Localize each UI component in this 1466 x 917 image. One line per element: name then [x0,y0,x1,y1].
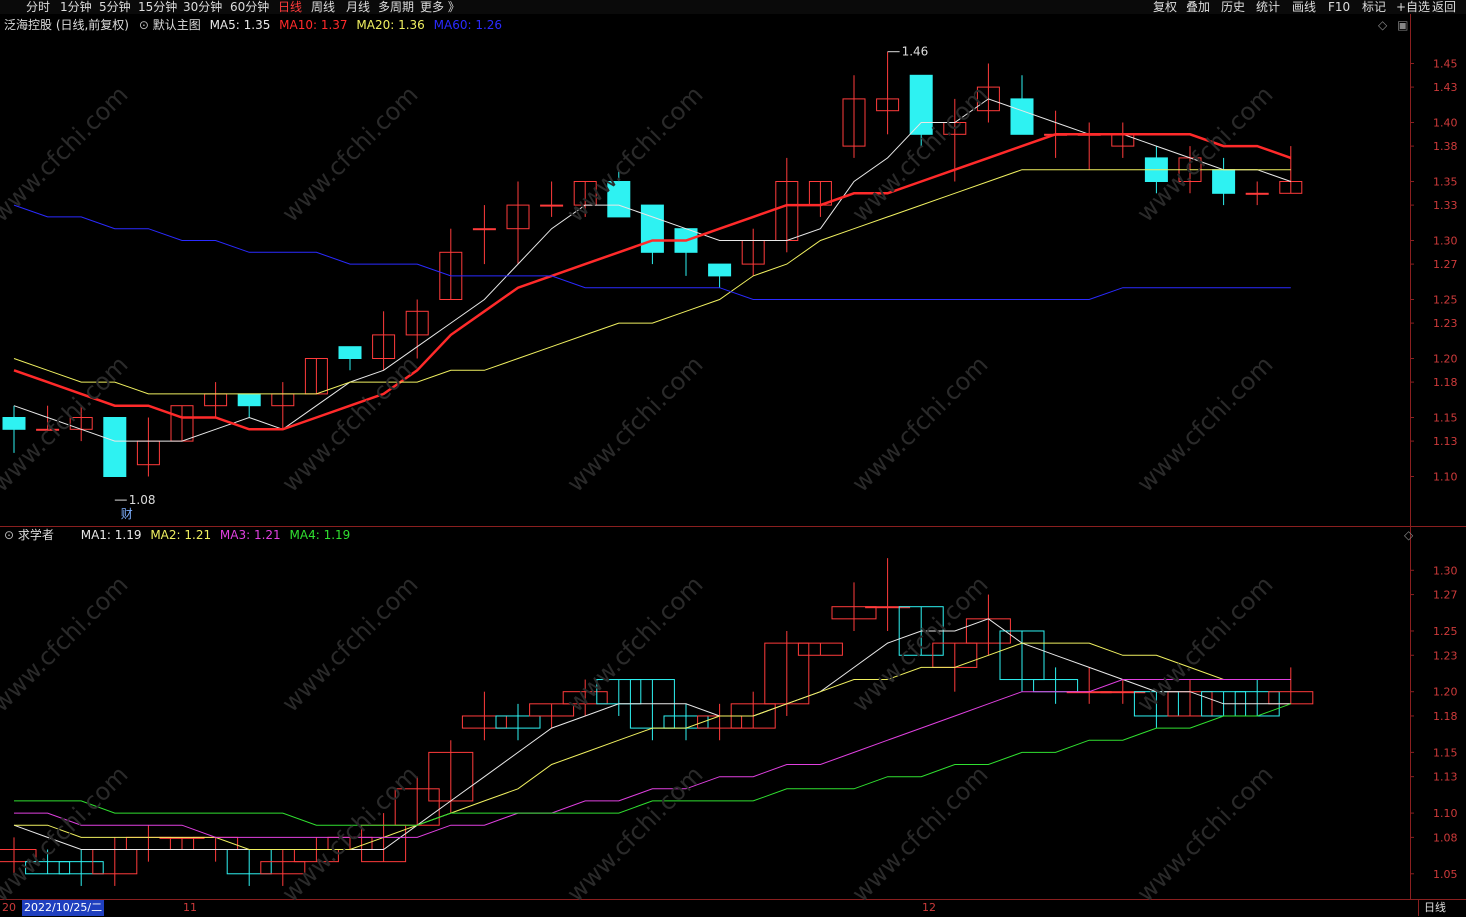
toolbar-button[interactable]: +自选 [1396,0,1430,14]
y-tick-label: 1.27 [1433,258,1458,271]
y-tick-label: 1.27 [1433,589,1458,602]
period-tab[interactable]: 日线 [278,0,302,14]
sub-panel-controls: ◇ [1404,528,1413,542]
ma-value: MA20: 1.36 [356,18,429,32]
main-ma-values: MA5: 1.35 MA10: 1.37 MA20: 1.36 MA60: 1.… [205,18,502,32]
period-tab[interactable]: 月线 [346,0,370,14]
candle-body [607,181,631,218]
dropdown-icon[interactable]: ⊙ [4,528,14,542]
candle-body [338,346,362,360]
y-tick-label: 1.10 [1433,807,1458,820]
date-cursor: 2022/10/25/二 [22,900,105,916]
candle-body [1245,192,1269,195]
candle-body [237,393,261,407]
candle-body [909,74,933,135]
y-tick-label: 1.30 [1433,564,1458,577]
period-tab[interactable]: 分时 [26,0,50,14]
toolbar-button[interactable]: 返回 [1432,0,1456,14]
y-tick-label: 1.15 [1433,412,1458,425]
period-tab[interactable]: 5分钟 [99,0,131,14]
y-tick-label: 1.15 [1433,746,1458,759]
ma-line [13,98,1291,442]
y-tick-label: 1.35 [1433,176,1458,189]
period-tab[interactable]: 60分钟 [230,0,269,14]
ma-value: MA3: 1.21 [219,528,285,542]
ma-value: MA2: 1.21 [150,528,215,542]
candle-body [1010,98,1034,135]
ma-line [13,133,1292,431]
candle-body [472,228,496,231]
y-tick-label: 1.05 [1433,868,1458,881]
period-tab[interactable]: 1分钟 [60,0,92,14]
maximize-icon[interactable]: ▣ [1397,18,1408,32]
ma-value: MA1: 1.19 [80,528,146,542]
y-tick-label: 1.13 [1433,435,1458,448]
y-tick-label: 1.25 [1433,625,1458,638]
y-tick-label: 1.20 [1433,353,1458,366]
x-tick: 20 [2,901,16,914]
y-tick-label: 1.20 [1433,686,1458,699]
y-tick-label: 1.23 [1433,317,1458,330]
period-tab[interactable]: 更多 》 [420,0,460,14]
candle-body [1212,169,1236,194]
stock-title[interactable]: 泛海控股 (日线,前复权) [4,18,129,32]
candle-body [2,417,26,430]
sub-ma-values: MA1: 1.19 MA2: 1.21 MA3: 1.21 MA4: 1.19 [76,528,351,542]
high-label: 1.46 [902,45,929,59]
toolbar-button[interactable]: 标记 [1362,0,1386,14]
kline-chart[interactable]: 1.10 1.13 1.15 1.18 1.20 1.23 1.25 1.27 1.30 1.33… [0,0,1466,917]
main-legend: 泛海控股 (日线,前复权) ⊙ 默认主图 MA5: 1.35 MA10: 1.3… [4,18,502,32]
time-axis: 20 2022/10/25/二 11 12 日线 [0,899,1466,917]
y-tick-label: 1.45 [1433,58,1458,71]
ma-line [13,169,1291,395]
y-tick-label: 1.18 [1433,376,1458,389]
ma-value: MA10: 1.37 [279,18,352,32]
diamond-icon[interactable]: ◇ [1404,528,1413,542]
ma-value: MA4: 1.19 [289,528,351,542]
diamond-icon[interactable]: ◇ [1378,18,1387,32]
indicator-name[interactable]: 默认主图 [153,18,201,32]
y-tick-label: 1.08 [1433,831,1458,844]
period-tab[interactable]: 多周期 [378,0,414,14]
candle-body [708,263,732,277]
candle-body [103,417,127,477]
y-tick-label: 1.38 [1433,140,1458,153]
ma-value: MA5: 1.35 [209,18,275,32]
y-tick-label: 1.40 [1433,117,1458,130]
y-tick-label: 1.25 [1433,294,1458,307]
y-tick-label: 1.13 [1433,771,1458,784]
panel-controls: ◇ ▣ [1378,18,1408,32]
finance-marker: 财 [121,507,133,521]
x-tick: 11 [183,901,197,914]
toolbar-button[interactable]: F10 [1328,0,1350,14]
candle-body [36,428,60,431]
candle-body [540,204,564,207]
toolbar-button[interactable]: 历史 [1221,0,1245,14]
period-tab[interactable]: 30分钟 [183,0,222,14]
y-tick-label: 1.10 [1433,471,1458,484]
sub-indicator-name[interactable]: 求学者 [18,528,54,542]
low-label: 1.08 [129,493,156,507]
x-tick: 12 [922,901,936,914]
candle-body [0,849,37,863]
toolbar-button[interactable]: 叠加 [1186,0,1210,14]
sub-legend: ⊙ 求学者 MA1: 1.19 MA2: 1.21 MA3: 1.21 MA4:… [4,528,350,542]
y-tick-label: 1.23 [1433,649,1458,662]
dropdown-icon[interactable]: ⊙ [139,18,149,32]
candle-body [640,204,664,253]
ma-line [14,642,1291,850]
y-tick-label: 1.30 [1433,235,1458,248]
toolbar-button[interactable]: 统计 [1256,0,1280,14]
period-toolbar: 分时 1分钟 5分钟 15分钟 30分钟 60分钟 日线 周线 月线 多周期 更多 》 复权 叠加 历史统… [0,0,1466,14]
period-tab[interactable]: 周线 [311,0,335,14]
y-tick-label: 1.43 [1433,81,1458,94]
toolbar-button[interactable]: 画线 [1292,0,1316,14]
ma-value: MA60: 1.26 [433,18,503,32]
period-tab[interactable]: 15分钟 [138,0,177,14]
toolbar-button[interactable]: 复权 [1153,0,1177,14]
period-label[interactable]: 日线 [1418,900,1466,916]
y-tick-label: 1.33 [1433,199,1458,212]
y-tick-label: 1.18 [1433,710,1458,723]
